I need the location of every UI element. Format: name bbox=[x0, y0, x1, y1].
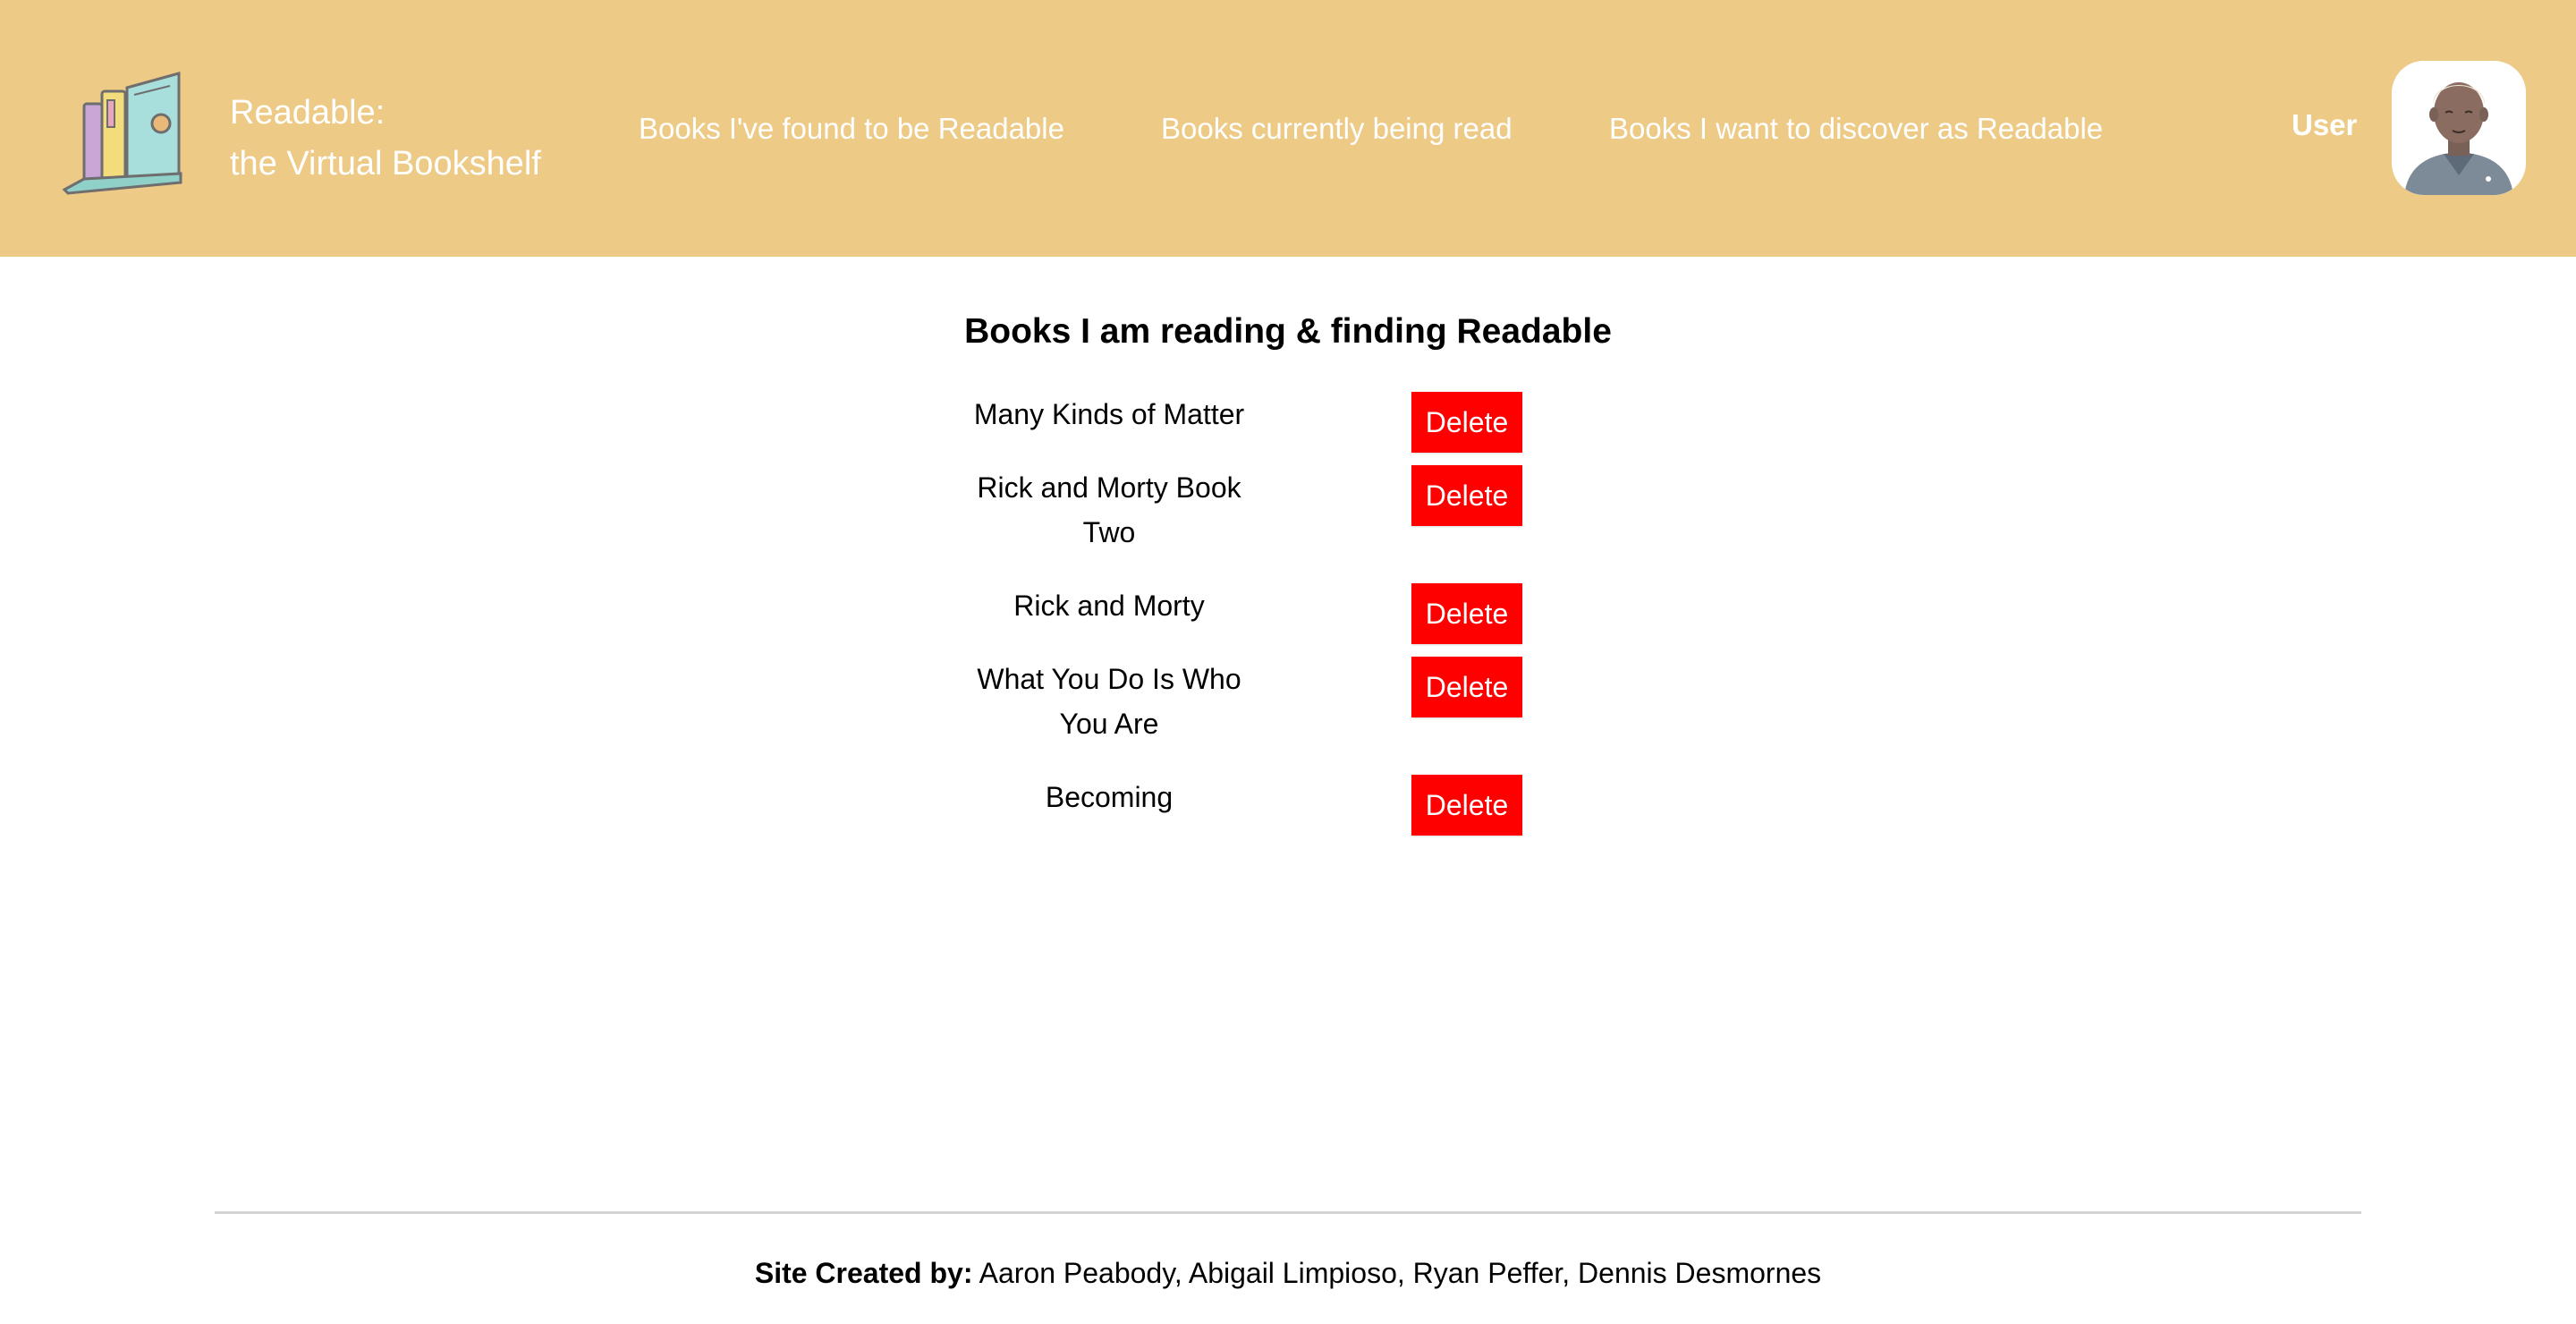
book-title: Rick and Morty bbox=[1013, 590, 1205, 622]
book-title: Rick and Morty Book Two bbox=[977, 471, 1241, 548]
delete-button[interactable]: Delete bbox=[1411, 657, 1522, 717]
page-title: Books I am reading & finding Readable bbox=[964, 312, 1612, 351]
user-label[interactable]: User bbox=[2292, 106, 2357, 145]
book-title: Becoming bbox=[1045, 781, 1174, 813]
bookshelf-icon[interactable] bbox=[57, 68, 193, 204]
nav-link-readable[interactable]: Books I've found to be Readable bbox=[639, 109, 1064, 149]
footer-credit-label: Site Created by: bbox=[754, 1257, 973, 1289]
delete-button[interactable]: Delete bbox=[1411, 465, 1522, 526]
brand-title[interactable]: Readable: the Virtual Bookshelf bbox=[230, 88, 541, 190]
delete-button[interactable]: Delete bbox=[1411, 775, 1522, 836]
footer-credit-names: Aaron Peabody, Abigail Limpioso, Ryan Pe… bbox=[979, 1257, 1822, 1289]
delete-button[interactable]: Delete bbox=[1411, 392, 1522, 453]
brand-line-2: the Virtual Bookshelf bbox=[230, 145, 541, 182]
user-avatar-icon[interactable] bbox=[2392, 61, 2526, 195]
site-header: Readable: the Virtual Bookshelf Books I'… bbox=[0, 0, 2576, 257]
nav-link-discover[interactable]: Books I want to discover as Readable bbox=[1609, 109, 2103, 149]
book-title: What You Do Is Who You Are bbox=[977, 663, 1241, 740]
nav-link-currently-reading[interactable]: Books currently being read bbox=[1161, 109, 1513, 149]
delete-button[interactable]: Delete bbox=[1411, 583, 1522, 644]
brand-line-1: Readable: bbox=[230, 94, 386, 132]
site-footer: Site Created by: Aaron Peabody, Abigail … bbox=[0, 1251, 2576, 1295]
book-title: Many Kinds of Matter bbox=[973, 398, 1245, 430]
footer-divider bbox=[215, 1211, 2361, 1214]
